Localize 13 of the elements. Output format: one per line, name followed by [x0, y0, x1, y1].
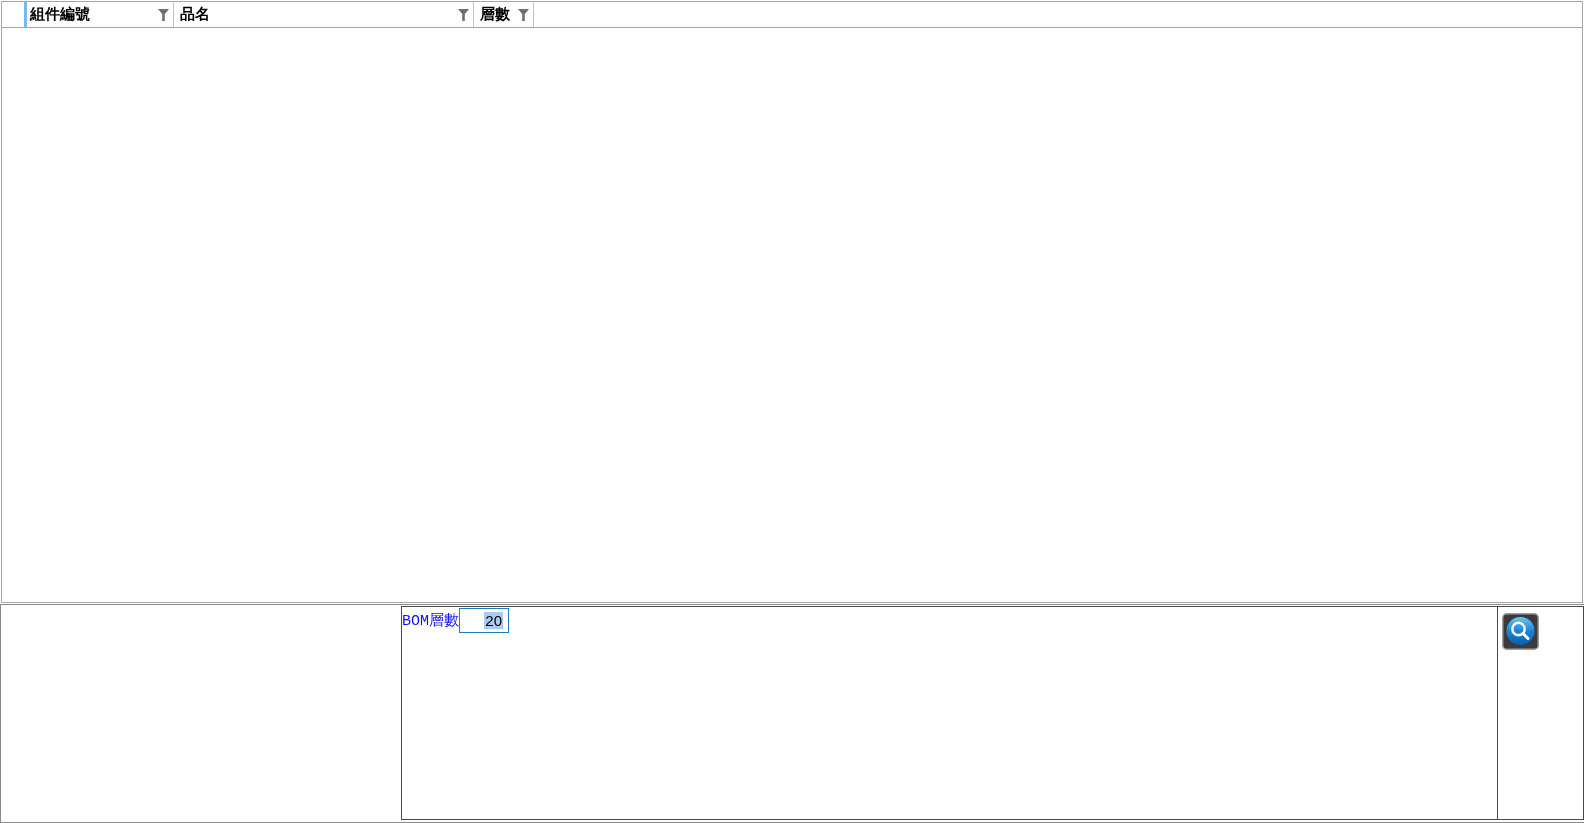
field-label: BOM層數	[402, 612, 459, 630]
number-field[interactable]: 20	[459, 608, 509, 633]
filter-icon[interactable]	[158, 8, 169, 21]
column-header[interactable]: 層數	[474, 2, 534, 27]
column-header[interactable]: 品名	[174, 2, 474, 27]
column-label: 組件編號	[30, 5, 91, 24]
column-header[interactable]: 組件編號	[24, 2, 174, 27]
search-button[interactable]	[1502, 613, 1539, 650]
search-icon	[1502, 613, 1539, 650]
column-label: 品名	[180, 5, 211, 24]
column-label: 層數	[480, 5, 511, 24]
filter-icon[interactable]	[458, 8, 469, 21]
filter-icon[interactable]	[518, 8, 529, 21]
